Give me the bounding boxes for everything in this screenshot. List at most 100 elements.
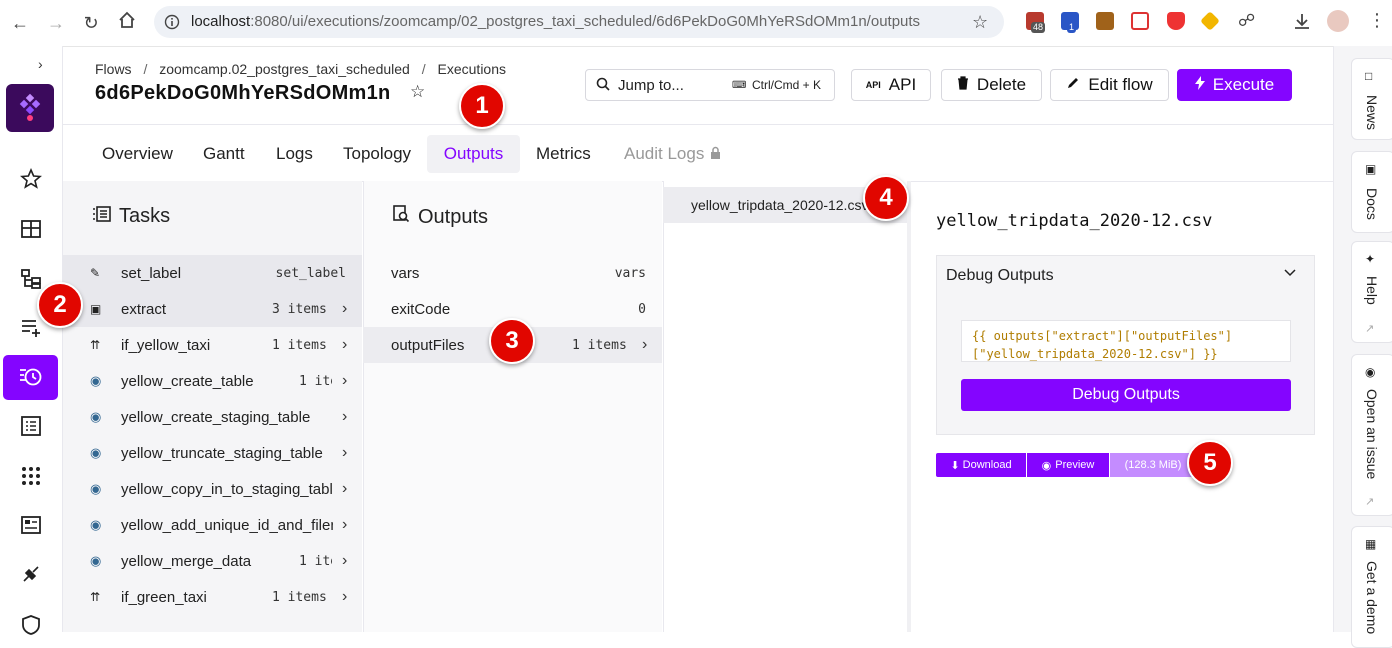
logs-icon[interactable]	[17, 412, 45, 440]
forward-icon[interactable]: →	[44, 11, 68, 35]
debug-outputs-section: Debug Outputs {{ outputs["extract"]["out…	[936, 255, 1315, 435]
task-row-if-green-taxi[interactable]: ⇈ if_green_taxi 1 items ›	[63, 579, 362, 615]
tab-audit-logs[interactable]: Audit Logs	[624, 135, 721, 173]
output-meta: 0	[638, 301, 646, 317]
plugins-icon[interactable]	[17, 560, 45, 588]
help-card[interactable]: ✦ Help ↗	[1351, 241, 1392, 343]
task-row-yellow-create-table[interactable]: ◉ yellow_create_table 1 ite ›	[63, 363, 362, 399]
breadcrumb-flows[interactable]: Flows	[95, 61, 132, 77]
task-row-yellow-copy-in-to-staging-table[interactable]: ◉ yellow_copy_in_to_staging_table ›	[63, 471, 362, 507]
extension-badge: 1	[1067, 22, 1077, 33]
puzzle-icon[interactable]: ☍	[1238, 11, 1255, 31]
jump-to-search[interactable]: Jump to... ⌨ Ctrl/Cmd + K	[585, 69, 835, 101]
extension-icon[interactable]: 48	[1026, 12, 1046, 33]
get-demo-card[interactable]: ▦ Get a demo	[1351, 526, 1392, 648]
download-icon[interactable]	[1292, 11, 1312, 36]
admin-shield-icon[interactable]	[17, 611, 45, 639]
jump-to-placeholder: Jump to...	[618, 77, 684, 94]
extension-icon[interactable]	[1200, 11, 1220, 31]
expression-editor[interactable]: {{ outputs["extract"]["outputFiles"] ["y…	[961, 320, 1291, 362]
address-bar[interactable]: localhost:8080/ui/executions/zoomcamp/02…	[154, 6, 1004, 38]
github-icon: ◉	[1365, 365, 1376, 379]
task-name: yellow_copy_in_to_staging_table	[121, 480, 333, 498]
shell-icon: ▣	[90, 302, 102, 316]
dashboard-icon[interactable]	[17, 215, 45, 243]
task-row-yellow-create-staging-table[interactable]: ◉ yellow_create_staging_table ›	[63, 399, 362, 435]
download-label: Download	[962, 459, 1012, 471]
task-row-set-label[interactable]: ✎ set_label set_label	[63, 255, 362, 291]
reload-icon[interactable]: ↻	[79, 11, 103, 35]
api-label: API	[888, 75, 917, 94]
back-icon[interactable]: ←	[8, 11, 32, 35]
namespaces-icon[interactable]	[17, 462, 45, 490]
blueprints-icon[interactable]	[17, 511, 45, 539]
download-button[interactable]: ⬇ Download	[936, 453, 1026, 477]
debug-outputs-button[interactable]: Debug Outputs	[961, 379, 1291, 411]
annotation-marker: 2	[37, 282, 83, 328]
breadcrumb-executions[interactable]: Executions	[438, 61, 506, 77]
extension-icon[interactable]	[1096, 12, 1114, 30]
keyboard-icon: ⌨	[732, 80, 747, 91]
tab-logs[interactable]: Logs	[276, 135, 313, 173]
tab-topology[interactable]: Topology	[343, 135, 411, 173]
preview-label: Preview	[1055, 459, 1095, 471]
task-row-yellow-truncate-staging-table[interactable]: ◉ yellow_truncate_staging_table ›	[63, 435, 362, 471]
tab-outputs[interactable]: Outputs	[427, 135, 520, 173]
execute-label: Execute	[1212, 75, 1275, 94]
chevron-down-icon[interactable]	[1283, 266, 1297, 285]
chevron-right-icon: ›	[342, 408, 348, 425]
calendar-icon: ▦	[1365, 537, 1377, 551]
news-card[interactable]: □ News	[1351, 58, 1392, 140]
flows-icon[interactable]	[17, 265, 45, 293]
kestra-logo[interactable]	[6, 84, 54, 132]
home-icon[interactable]	[115, 11, 139, 35]
tab-audit-logs-label: Audit Logs	[624, 144, 705, 163]
executions-nav-active[interactable]	[3, 355, 58, 400]
postgres-icon: ◉	[90, 445, 102, 460]
preview-button[interactable]: ◉ Preview	[1027, 453, 1109, 477]
debug-outputs-header[interactable]: Debug Outputs	[946, 267, 1054, 285]
shortcut-hint: Ctrl/Cmd + K	[752, 78, 822, 92]
right-rail: □ News ▣ Docs ✦ Help ↗ ◉ Open an issue ↗…	[1333, 46, 1392, 648]
postgres-icon: ◉	[90, 373, 102, 388]
tab-overview[interactable]: Overview	[102, 135, 173, 173]
branch-icon: ⇈	[90, 590, 101, 604]
external-link-icon: ↗	[1365, 496, 1375, 508]
chevron-right-icon: ›	[642, 336, 648, 353]
task-name: yellow_add_unique_id_and_filen	[121, 516, 333, 534]
chevron-right-icon: ›	[342, 552, 348, 569]
open-issue-card[interactable]: ◉ Open an issue ↗	[1351, 354, 1392, 516]
avatar[interactable]	[1327, 10, 1349, 32]
task-row-extract[interactable]: ▣ extract 3 items ›	[63, 291, 362, 327]
task-meta: 3 items	[272, 301, 327, 317]
task-row-yellow-merge-data[interactable]: ◉ yellow_merge_data 1 ite ›	[63, 543, 362, 579]
favorites-star-icon[interactable]	[17, 165, 45, 193]
breadcrumb-flow[interactable]: zoomcamp.02_postgres_taxi_scheduled	[159, 61, 410, 77]
api-button[interactable]: API API	[851, 69, 931, 101]
brave-shield-icon[interactable]	[1167, 12, 1185, 30]
docs-card[interactable]: ▣ Docs	[1351, 151, 1392, 233]
execute-button[interactable]: Execute	[1177, 69, 1292, 101]
edit-flow-button[interactable]: Edit flow	[1050, 69, 1169, 101]
tab-metrics[interactable]: Metrics	[536, 135, 591, 173]
extension-icon[interactable]: 1	[1061, 12, 1079, 33]
task-row-if-yellow-taxi[interactable]: ⇈ if_yellow_taxi 1 items ›	[63, 327, 362, 363]
favorite-star-icon[interactable]: ☆	[410, 82, 425, 102]
expand-sidebar-icon[interactable]: ›	[38, 56, 43, 72]
download-icon: ⬇	[950, 459, 960, 472]
delete-button[interactable]: Delete	[941, 69, 1042, 101]
file-search-icon	[392, 205, 410, 229]
menu-dots-icon[interactable]: ⋮	[1368, 10, 1386, 31]
outputs-panel-title: Outputs	[392, 205, 488, 229]
bookmark-star-icon[interactable]: ☆	[972, 12, 988, 33]
outputs-title-text: Outputs	[418, 205, 489, 228]
file-actions-group: ⬇ Download ◉ Preview (128.3 MiB)	[936, 453, 1196, 477]
branch-icon: ⇈	[90, 338, 101, 352]
output-row-vars[interactable]: vars vars	[363, 255, 662, 291]
task-row-yellow-add-unique-id[interactable]: ◉ yellow_add_unique_id_and_filen ›	[63, 507, 362, 543]
breadcrumb: Flows / zoomcamp.02_postgres_taxi_schedu…	[95, 61, 506, 77]
tab-gantt[interactable]: Gantt	[203, 135, 245, 173]
expression-line: ["yellow_tripdata_2020-12.csv"] }}	[972, 347, 1218, 361]
extension-icon[interactable]	[1131, 12, 1149, 30]
site-info-icon[interactable]	[164, 14, 180, 35]
